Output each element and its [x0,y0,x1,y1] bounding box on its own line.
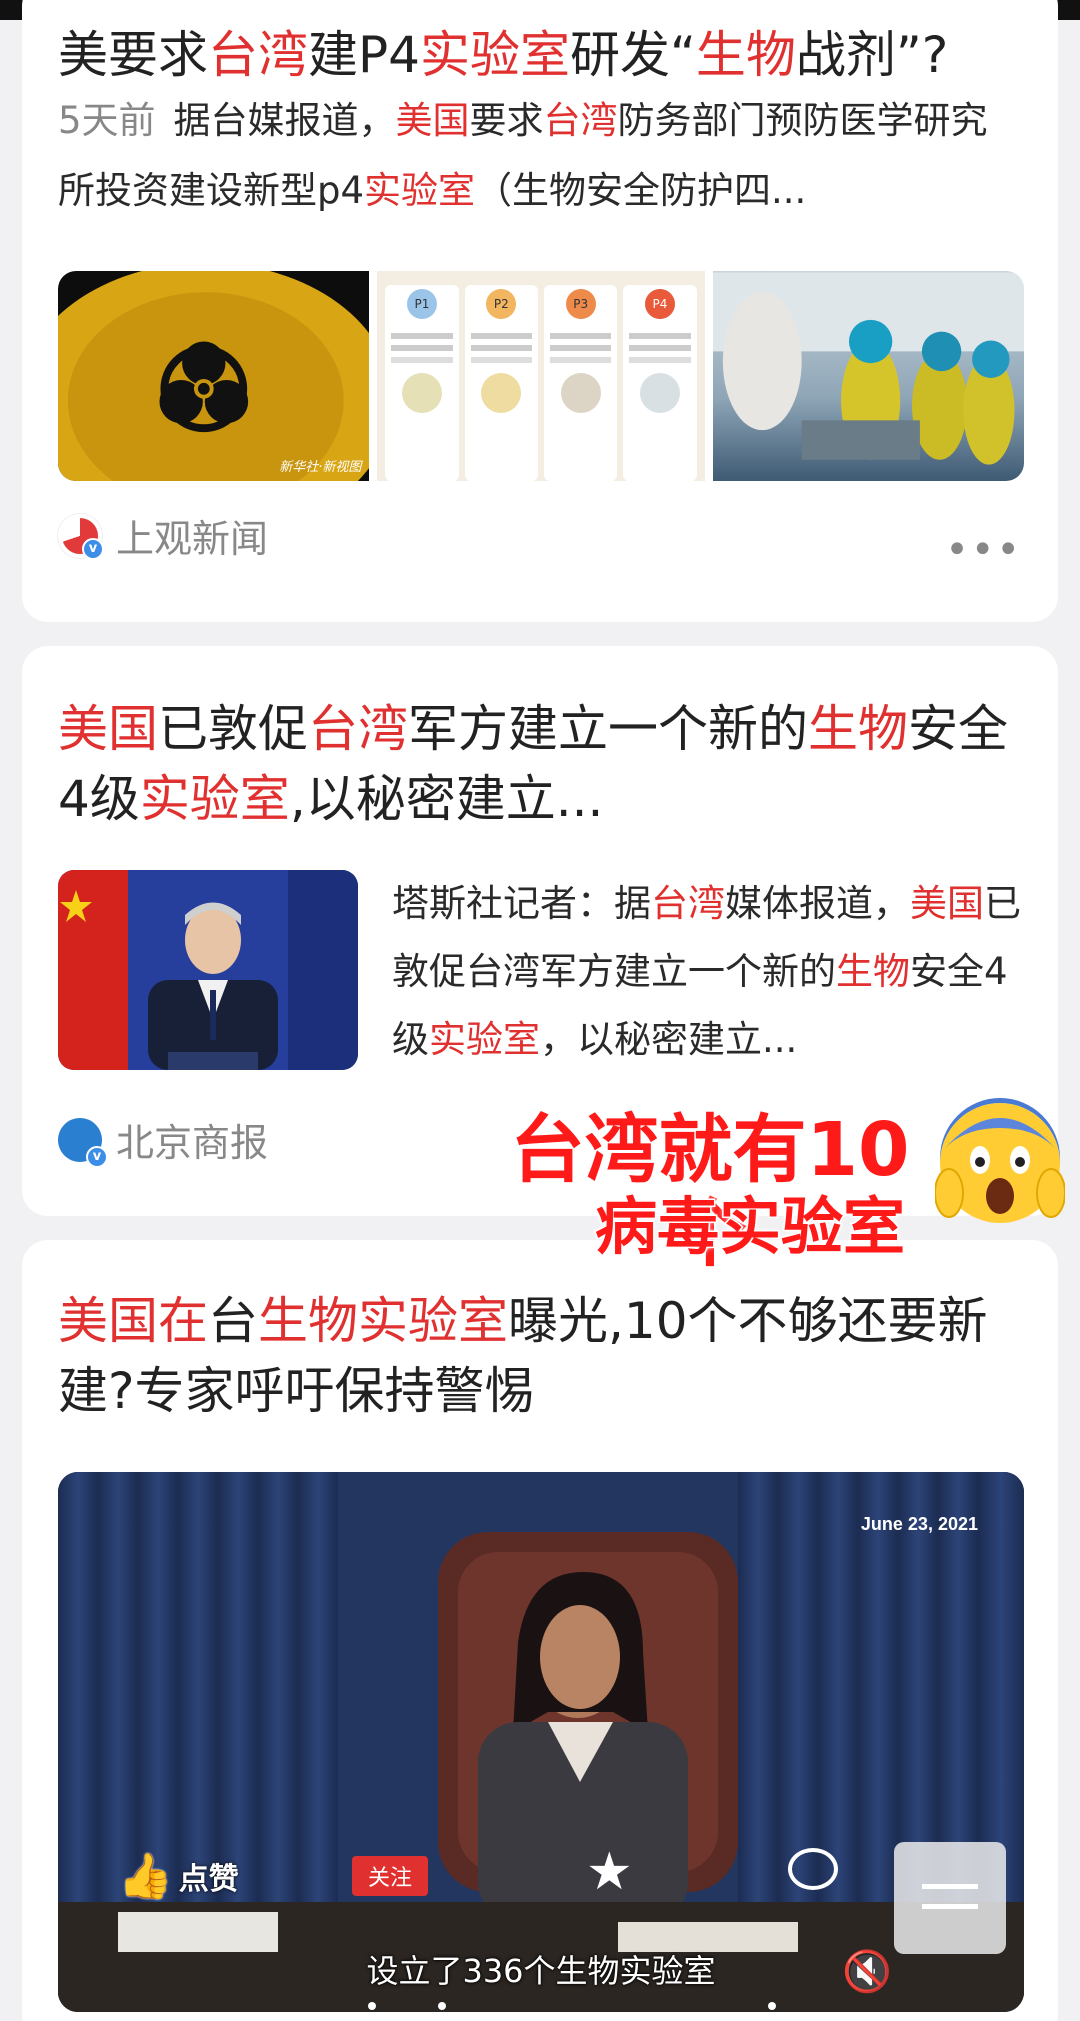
article-title[interactable]: 美要求台湾建P4实验室研发“生物战剂”? [58,20,1022,90]
highlighted-keyword: 生物实验室 [258,1292,508,1350]
text-segment: 战剂”? [795,26,949,84]
text-segment: 军方建立一个新的 [408,700,808,758]
comment-icon[interactable] [788,1848,838,1890]
text-segment: ,以秘密建立... [289,770,604,828]
like-label: 点赞 [178,1862,239,1897]
article-snippet: 塔斯社记者：据台湾媒体报道，美国已敦促台湾军方建立一个新的生物安全4级实验室，以… [392,870,1022,1074]
image-watermark: 新华社·新视图 [279,460,362,475]
level-badge: P1 [406,289,437,319]
article-title[interactable]: 美国已敦促台湾军方建立一个新的生物安全4级实验室,以秘密建立... [58,694,1022,834]
text-segment: 台 [208,1292,258,1350]
screaming-face-icon [934,1098,1066,1228]
spokesperson-image [58,870,358,1070]
hazmat-scene-image [712,272,1024,465]
article-thumbnail[interactable] [58,870,358,1070]
source-name: 北京商报 [116,1121,269,1165]
text-segment: 已敦促 [158,700,308,758]
menu-icon[interactable] [894,1842,1006,1954]
text-segment: 媒体报道， [725,882,910,925]
video-progress-dots [368,2002,868,2012]
text-segment: 建P4 [308,26,420,84]
thumbnail-biohazard[interactable]: 新华社·新视图 [58,271,370,481]
video-date: June 23, 2021 [860,1514,978,1534]
verified-icon: v [82,537,104,560]
highlighted-keyword: 台湾 [308,700,408,758]
text-segment: 要求 [469,99,544,142]
highlighted-keyword: 台湾 [543,99,618,142]
level-badge: P3 [565,289,596,319]
level-badge: P2 [486,289,517,319]
thumbnail-biosafety-levels[interactable]: P1 P2 P3 P4 [377,271,705,481]
highlighted-keyword: 美国 [58,700,158,758]
biohazard-icon [58,271,370,481]
highlighted-keyword: 生物 [808,700,908,758]
highlighted-keyword: 生物 [836,950,910,993]
publish-time: 5天前 [58,99,156,142]
article-title[interactable]: 美国在台生物实验室曝光,10个不够还要新建?专家呼吁保持警惕 [58,1286,1022,1426]
highlighted-keyword: 美国 [910,882,984,925]
video-subtitle: 设立了336个生物实验室 [366,1952,716,1990]
highlighted-keyword: 实验室 [419,26,570,84]
text-segment: 研发“ [569,26,696,84]
news-card-1[interactable]: 美要求台湾建P4实验室研发“生物战剂”? 5天前 据台媒报道，美国要求台湾防务部门… [22,0,1058,622]
text-segment: 据台媒报道， [173,99,396,142]
thumbs-up-icon: 👍 [118,1851,173,1902]
video-frame-image [58,1472,1024,2012]
text-segment: 塔斯社记者：据 [392,882,651,925]
highlighted-keyword: 实验室 [364,169,476,212]
source-name: 上观新闻 [116,517,269,561]
highlighted-keyword: 美国 [395,99,470,142]
like-button[interactable]: 👍 点赞 [118,1850,239,1902]
favorite-star-icon[interactable]: ★ [586,1842,633,1902]
source-logo-icon: v [58,513,104,560]
highlighted-keyword: 实验室 [139,770,290,828]
text-segment: （生物安全防护四... [475,169,807,212]
highlighted-keyword: 台湾 [651,882,725,925]
video-player[interactable]: June 23, 2021 👍 点赞 关注 ★ 🔇 设立了336个生物实验室 [58,1472,1024,2012]
highlighted-keyword: 实验室 [429,1018,540,1061]
overlay-subheadline: 病毒实验室 [593,1190,906,1263]
level-badge: P4 [644,289,675,319]
follow-button[interactable]: 关注 [352,1856,429,1896]
thumbnail-strip[interactable]: 新华社·新视图 P1 P2 P3 P4 [58,271,1024,481]
news-card-3[interactable]: 美国在台生物实验室曝光,10个不够还要新建?专家呼吁保持警惕 June 23, … [22,1240,1058,2021]
article-source[interactable]: v 上观新闻 [58,508,268,563]
text-segment: 美要求 [58,26,208,84]
source-logo-icon: v [58,1117,108,1168]
article-source[interactable]: v 北京商报 [58,1112,269,1168]
article-snippet: 5天前 据台媒报道，美国要求台湾防务部门预防医学研究所投资建设新型p4实验室（生物… [58,86,1022,226]
highlighted-keyword: 生物 [695,26,796,84]
text-segment: ，以秘密建立... [540,1018,798,1061]
highlighted-keyword: 台湾 [208,26,308,84]
more-options-icon[interactable]: ••• [945,530,1022,570]
highlighted-keyword: 美国在 [58,1292,208,1350]
verified-icon: v [86,1145,108,1168]
thumbnail-hazmat-team[interactable] [712,271,1024,481]
